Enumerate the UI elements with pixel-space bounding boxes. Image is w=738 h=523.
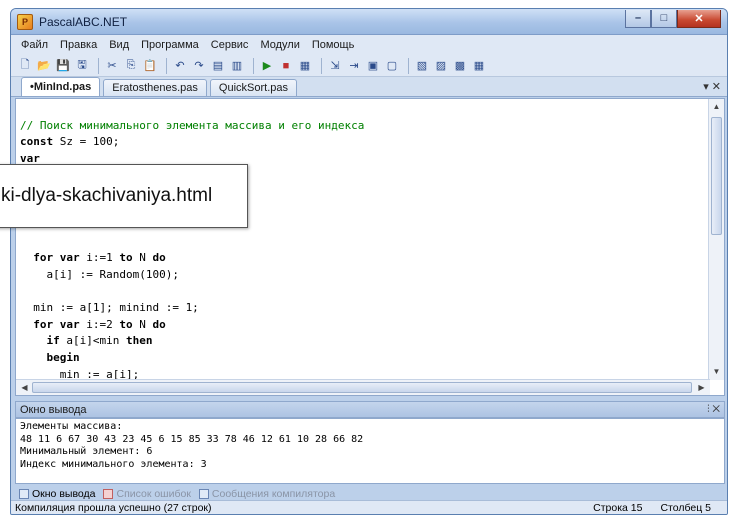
window-list-icon[interactable]: ▦ — [471, 58, 487, 74]
menu-bar: Файл Правка Вид Программа Сервис Модули … — [11, 35, 727, 55]
bottom-tab-compiler-messages[interactable]: Сообщения компилятора — [198, 488, 335, 500]
menu-file[interactable]: Файл — [21, 39, 48, 51]
pascal-app-icon: P — [17, 13, 33, 30]
undo-icon[interactable]: ↶ — [172, 58, 188, 74]
editor-vertical-scrollbar[interactable]: ▲ ▼ — [708, 99, 724, 380]
file-tabs: •MinInd.pas Eratosthenes.pas QuickSort.p… — [11, 77, 727, 97]
output-line: Элементы массива: — [20, 421, 123, 432]
window-title: PascalABC.NET — [39, 14, 128, 29]
code-line: if a[i]<min then — [46, 334, 153, 348]
open-folder-icon[interactable]: 📂 — [36, 58, 52, 74]
status-row: Строка 15 — [593, 501, 643, 514]
status-message: Компиляция прошла успешно (27 строк) — [15, 501, 212, 514]
redo-icon[interactable]: ↷ — [191, 58, 207, 74]
output-line: Минимальный элемент: 6 — [20, 446, 153, 457]
modules-icon[interactable]: ▩ — [452, 58, 468, 74]
menu-edit[interactable]: Правка — [60, 39, 97, 51]
step-into-icon[interactable]: ⇲ — [327, 58, 343, 74]
indent-icon[interactable]: ▥ — [229, 58, 245, 74]
cut-icon[interactable]: ✂ — [104, 58, 120, 74]
menu-service[interactable]: Сервис — [211, 39, 249, 51]
new-file-icon[interactable]: 🗋 — [17, 58, 33, 74]
code-line: begin — [46, 350, 80, 364]
scroll-right-icon[interactable]: ▶ — [694, 381, 709, 395]
code-line: for var i:=2 to N do — [33, 317, 166, 331]
minimize-button[interactable]: – — [625, 9, 651, 28]
copy-icon[interactable]: ⎘ — [123, 58, 139, 74]
save-all-icon[interactable]: 🖫 — [74, 58, 90, 74]
step-over-icon[interactable]: ⇥ — [346, 58, 362, 74]
tab-controls[interactable]: ▾ ✕ — [703, 80, 721, 93]
run-icon[interactable]: ▶ — [259, 58, 275, 74]
status-bar: Компиляция прошла успешно (27 строк) Стр… — [11, 500, 727, 514]
code-text: // Поиск минимального элемента массива и… — [20, 101, 365, 395]
save-icon[interactable]: 💾 — [55, 58, 71, 74]
app-window: P PascalABC.NET – □ ✕ Файл Правка Вид Пр… — [10, 8, 728, 515]
output-window-title: Окно вывода — [20, 403, 87, 416]
maximize-button[interactable]: □ — [651, 9, 677, 28]
scroll-down-icon[interactable]: ▼ — [709, 365, 724, 379]
horizontal-scroll-thumb[interactable] — [32, 382, 692, 393]
compiler-messages-icon — [198, 489, 209, 499]
code-line: // Поиск минимального элемента массива и… — [20, 118, 365, 132]
error-list-icon — [103, 489, 114, 499]
output-text: Элементы массива: 48 11 6 67 30 43 23 45… — [20, 421, 363, 471]
url-tooltip-overlay: ki-dlya-skachivaniya.html — [0, 164, 248, 228]
menu-view[interactable]: Вид — [109, 39, 129, 51]
bottom-tab-errors[interactable]: Список ошибок — [103, 488, 191, 500]
editor-horizontal-scrollbar[interactable]: ◀ ▶ — [16, 379, 710, 395]
code-line: var — [20, 151, 40, 165]
code-line: for var i:=1 to N do — [33, 251, 166, 265]
bottom-tab-output[interactable]: Окно вывода — [19, 488, 95, 500]
output-window-header: Окно вывода ⫶ ✕ — [15, 401, 725, 418]
form-designer-icon[interactable]: ▢ — [384, 58, 400, 74]
toolbar-separator — [253, 57, 254, 74]
output-window-icon — [19, 489, 29, 499]
vertical-scroll-thumb[interactable] — [711, 117, 722, 235]
status-column: Столбец 5 — [660, 501, 711, 514]
toolbar-separator — [408, 57, 409, 74]
output-window-controls[interactable]: ⫶ ✕ — [707, 404, 720, 415]
close-button[interactable]: ✕ — [677, 9, 721, 28]
menu-help[interactable]: Помощь — [312, 39, 355, 51]
code-editor[interactable]: // Поиск минимального элемента массива и… — [15, 98, 725, 396]
menu-modules[interactable]: Модули — [260, 39, 299, 51]
code-line: min := a[1]; minind := 1; — [20, 301, 199, 315]
toolbar-separator — [166, 57, 167, 74]
toolbar-separator — [98, 57, 99, 74]
paste-icon[interactable]: 📋 — [142, 58, 158, 74]
settings-icon[interactable]: ▨ — [433, 58, 449, 74]
title-bar: P PascalABC.NET – □ ✕ — [11, 9, 727, 35]
scroll-left-icon[interactable]: ◀ — [17, 381, 32, 395]
output-line: 48 11 6 67 30 43 23 45 6 15 85 33 78 46 … — [20, 433, 364, 445]
scroll-up-icon[interactable]: ▲ — [709, 100, 724, 114]
output-window-icon[interactable]: ▣ — [365, 58, 381, 74]
tab-minind[interactable]: •MinInd.pas — [21, 77, 101, 96]
code-line: a[i] := Random(100); — [20, 267, 179, 281]
format-icon[interactable]: ▤ — [210, 58, 226, 74]
output-line: Индекс минимального элемента: 3 — [20, 458, 207, 470]
compile-icon[interactable]: ▦ — [297, 58, 313, 74]
toolbar-separator — [321, 57, 322, 74]
tab-quicksort[interactable]: QuickSort.pas — [209, 79, 298, 96]
menu-program[interactable]: Программа — [141, 39, 199, 51]
help-icon[interactable]: ▧ — [414, 58, 430, 74]
stop-icon[interactable]: ■ — [278, 58, 294, 74]
toolbar: 🗋 📂 💾 🖫 ✂ ⎘ 📋 ↶ ↷ ▤ ▥ ▶ ■ ▦ ⇲ ⇥ ▣ ▢ ▧ ▨ … — [11, 55, 727, 77]
code-line: const Sz = 100; — [20, 135, 120, 149]
tab-eratosthenes[interactable]: Eratosthenes.pas — [103, 79, 207, 96]
output-window[interactable]: Элементы массива: 48 11 6 67 30 43 23 45… — [15, 418, 725, 484]
